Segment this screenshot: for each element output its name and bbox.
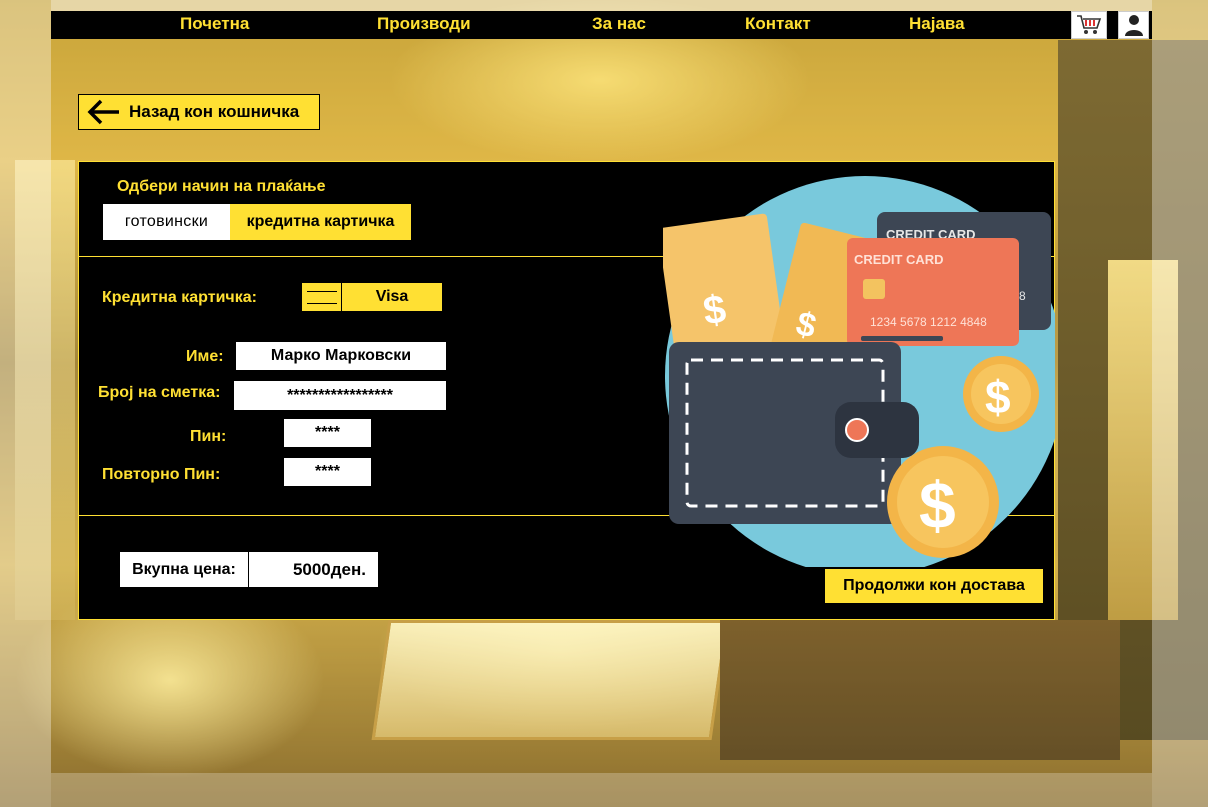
payment-method-title: Одбери начин на плаќање bbox=[117, 178, 326, 195]
back-to-cart-label: Назад кон кошничка bbox=[129, 102, 300, 121]
pin-repeat-label: Повторно Пин: bbox=[102, 466, 221, 483]
coin-icon: $ bbox=[963, 356, 1039, 432]
payment-method-card-button[interactable]: кредитна картичка bbox=[230, 204, 411, 240]
payment-method-cash-button[interactable]: готовински bbox=[103, 204, 230, 240]
card-chip bbox=[863, 279, 885, 299]
shopping-cart-icon bbox=[1077, 15, 1102, 34]
pin-label: Пин: bbox=[190, 428, 227, 445]
menu-icon bbox=[302, 283, 342, 311]
card-type-label: Кредитна картичка: bbox=[102, 289, 257, 306]
card-front-text: CREDIT CARD bbox=[854, 252, 944, 267]
wallet-illustration: CREDIT CARD 8 $ $ CREDIT CARD 1234 5678 … bbox=[663, 176, 1055, 567]
nav-link-about[interactable]: За нас bbox=[592, 14, 646, 34]
nav-link-products[interactable]: Производи bbox=[377, 14, 471, 34]
back-to-cart-button[interactable]: Назад кон кошничка bbox=[78, 94, 320, 130]
cart-button[interactable] bbox=[1071, 11, 1107, 39]
account-number-field[interactable]: ***************** bbox=[233, 380, 447, 411]
top-navigation: Почетна Производи За нас Контакт Најава bbox=[51, 11, 1152, 39]
nav-link-login[interactable]: Најава bbox=[909, 14, 965, 34]
page-margin-left bbox=[0, 0, 51, 807]
arrow-left-icon bbox=[79, 98, 129, 126]
name-label: Име: bbox=[186, 348, 224, 365]
svg-text:$: $ bbox=[985, 371, 1011, 423]
page-margin-bottom bbox=[51, 773, 1152, 807]
pin-repeat-field[interactable]: **** bbox=[283, 457, 372, 487]
page-margin-right bbox=[1152, 0, 1208, 807]
pin-field[interactable]: **** bbox=[283, 418, 372, 448]
card-type-value: Visa bbox=[375, 288, 409, 305]
nav-link-home[interactable]: Почетна bbox=[180, 14, 249, 34]
coin-icon: $ bbox=[887, 446, 999, 558]
page-margin-top bbox=[51, 0, 1152, 11]
total-price-value: 5000ден. bbox=[248, 552, 378, 587]
user-icon bbox=[1124, 15, 1143, 36]
continue-to-delivery-button[interactable]: Продолжи кон достава bbox=[825, 569, 1043, 603]
svg-text:$: $ bbox=[919, 468, 956, 542]
payment-panel: Одбери начин на плаќање готовински креди… bbox=[78, 161, 1055, 620]
user-account-button[interactable] bbox=[1118, 11, 1149, 39]
card-number: 1234 5678 1212 4848 bbox=[870, 315, 987, 329]
total-price-label: Вкупна цена: bbox=[120, 552, 248, 587]
name-field[interactable]: Марко Марковски bbox=[235, 341, 447, 371]
card-type-select[interactable]: Visa bbox=[301, 282, 443, 312]
account-number-label: Број на сметка: bbox=[98, 384, 221, 401]
nav-link-contact[interactable]: Контакт bbox=[745, 14, 811, 34]
card-back-digit: 8 bbox=[1019, 289, 1026, 303]
